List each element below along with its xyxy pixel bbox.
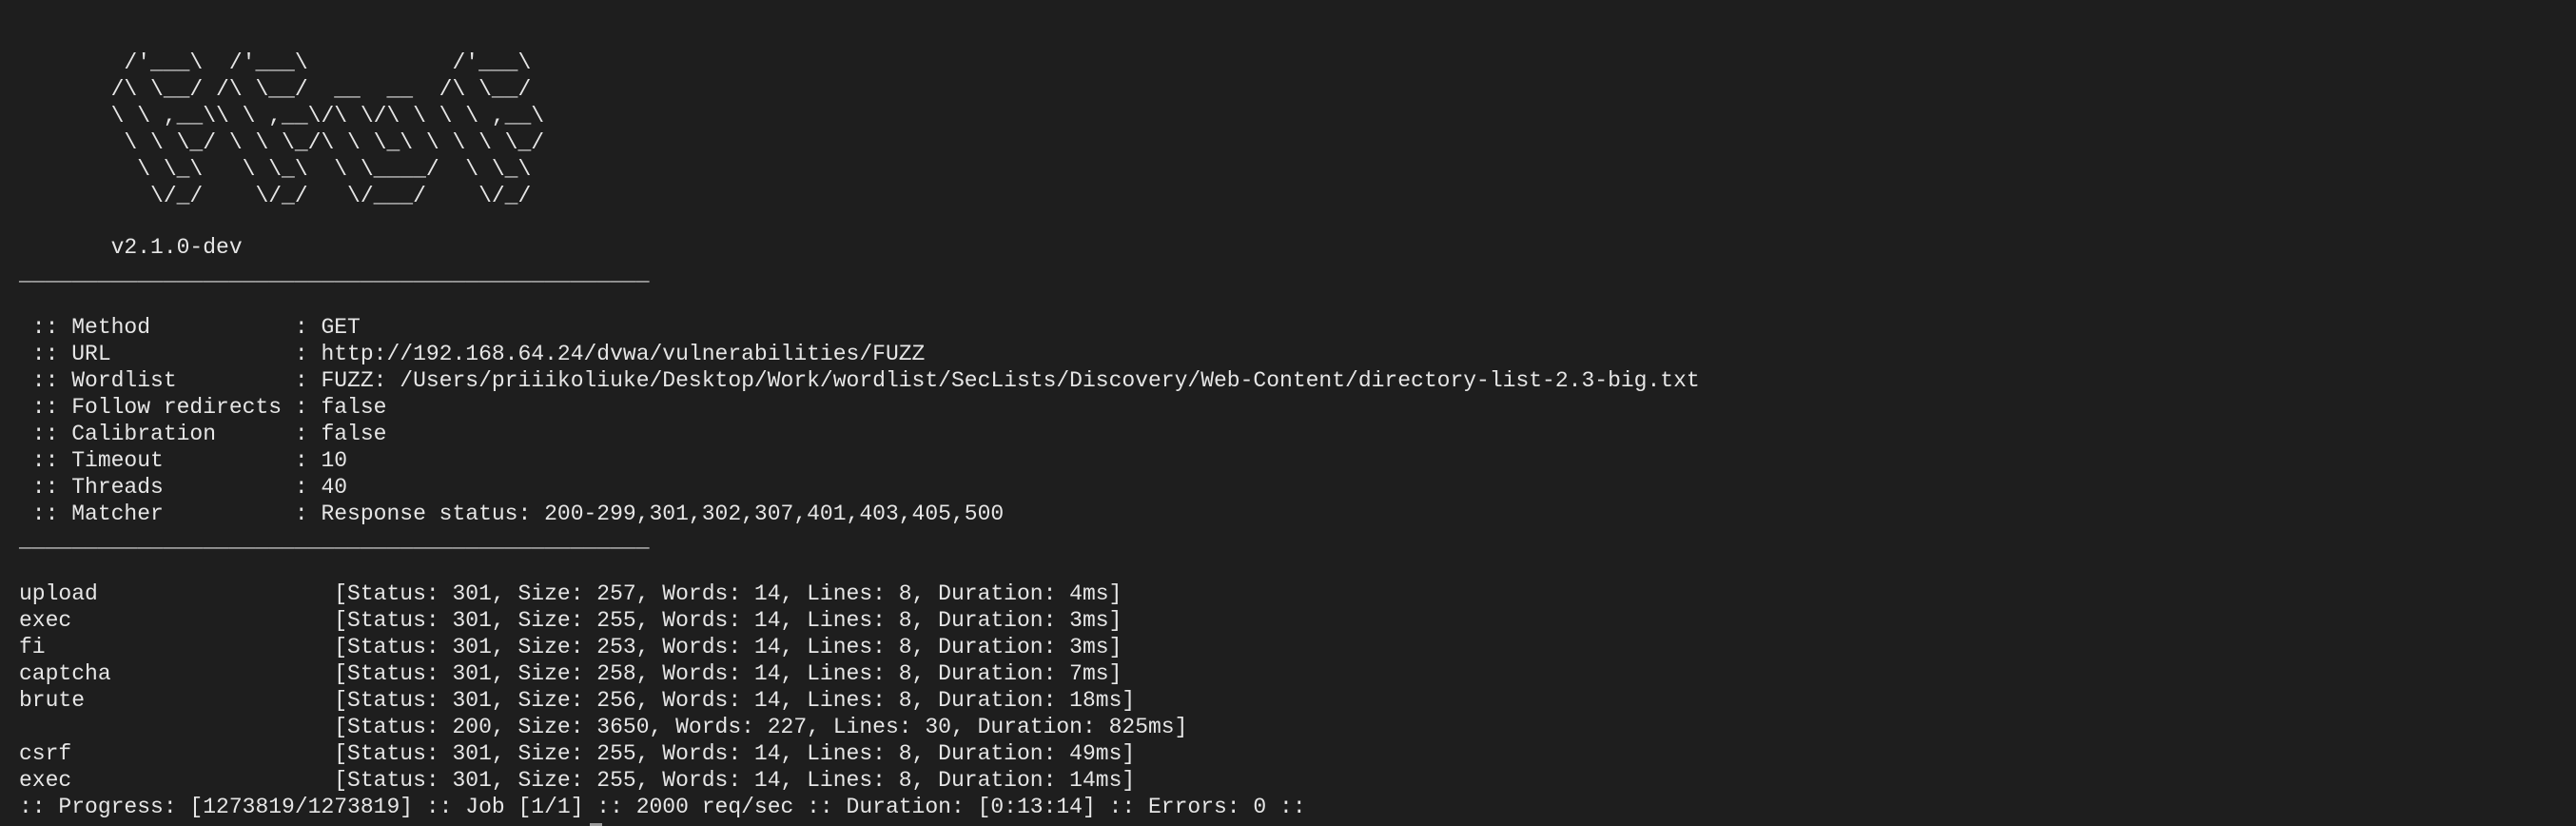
result-row: captcha [Status: 301, Size: 258, Words: … xyxy=(19,661,1122,686)
separator-bottom: ________________________________________… xyxy=(19,528,650,553)
config-threads: :: Threads : 40 xyxy=(19,475,348,500)
config-method: :: Method : GET xyxy=(19,315,361,340)
result-row: exec [Status: 301, Size: 255, Words: 14,… xyxy=(19,768,1136,793)
banner-line: /'___\ /'___\ /'___\ xyxy=(19,50,532,75)
result-row: csrf [Status: 301, Size: 255, Words: 14,… xyxy=(19,741,1136,766)
progress-status: :: Progress: [1273819/1273819] :: Job [1… xyxy=(19,795,1306,819)
result-row: fi [Status: 301, Size: 253, Words: 14, L… xyxy=(19,635,1122,659)
config-follow-redirects: :: Follow redirects : false xyxy=(19,395,387,420)
config-calibration: :: Calibration : false xyxy=(19,422,387,446)
config-url: :: URL : http://192.168.64.24/dvwa/vulne… xyxy=(19,342,926,366)
banner-line: \ \_\ \ \_\ \ \____/ \ \_\ xyxy=(19,157,532,182)
separator-top: ________________________________________… xyxy=(19,262,650,286)
banner-line: \ \ ,__\\ \ ,__\/\ \/\ \ \ \ ,__\ xyxy=(19,104,545,128)
result-row: brute [Status: 301, Size: 256, Words: 14… xyxy=(19,688,1136,713)
result-row: upload [Status: 301, Size: 257, Words: 1… xyxy=(19,581,1122,606)
terminal-window[interactable]: /'___\ /'___\ /'___\ /\ \__/ /\ \__/ __ … xyxy=(0,0,2576,826)
banner-line: \/_/ \/_/ \/___/ \/_/ xyxy=(19,184,532,208)
config-matcher: :: Matcher : Response status: 200-299,30… xyxy=(19,502,1005,526)
banner-line: \ \ \_/ \ \ \_/\ \ \_\ \ \ \ \_/ xyxy=(19,130,545,155)
config-wordlist: :: Wordlist : FUZZ: /Users/priiikoliuke/… xyxy=(19,368,1700,393)
terminal-cursor xyxy=(590,820,602,826)
banner-line: /\ \__/ /\ \__/ __ __ /\ \__/ xyxy=(19,77,532,102)
result-row: [Status: 200, Size: 3650, Words: 227, Li… xyxy=(19,715,1188,739)
result-row: exec [Status: 301, Size: 255, Words: 14,… xyxy=(19,608,1122,633)
version-label: v2.1.0-dev xyxy=(19,235,243,260)
config-timeout: :: Timeout : 10 xyxy=(19,448,348,473)
